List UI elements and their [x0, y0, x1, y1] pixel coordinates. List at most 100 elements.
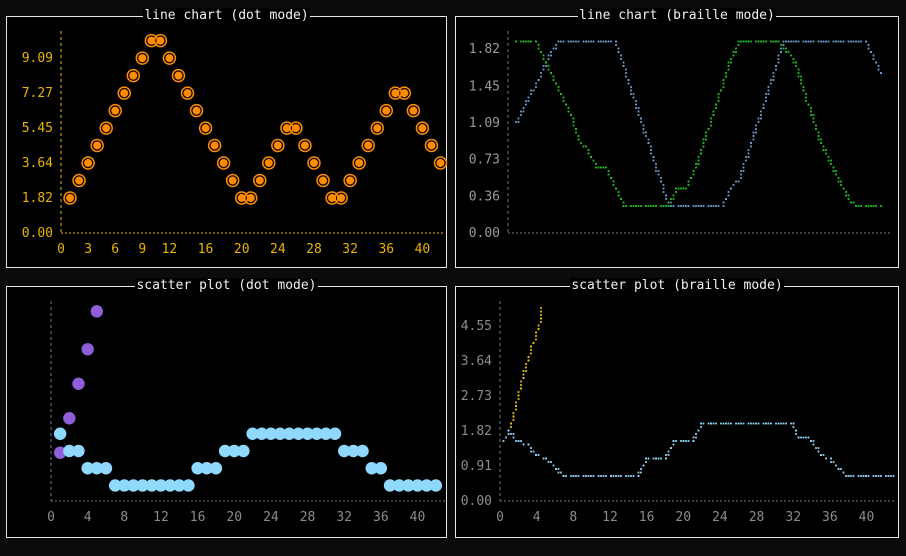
- data-point: [138, 54, 147, 63]
- braille-dot: [867, 47, 870, 50]
- scatter-point: [374, 462, 388, 475]
- braille-dot: [875, 205, 877, 207]
- data-point: [120, 89, 129, 98]
- braille-dot: [545, 457, 547, 460]
- data-point: [93, 141, 102, 150]
- braille-dot: [627, 475, 630, 477]
- braille-dot: [550, 72, 552, 74]
- braille-dot: [637, 475, 640, 477]
- data-point: [201, 124, 210, 133]
- braille-dot: [760, 110, 762, 113]
- braille-dot: [717, 93, 720, 95]
- braille-dot: [810, 107, 812, 109]
- braille-dot: [517, 121, 520, 123]
- braille-dot: [770, 82, 772, 85]
- braille-dot: [542, 68, 545, 71]
- braille-dot: [522, 443, 525, 446]
- braille-dot: [735, 422, 737, 425]
- y-tick-label: 1.82: [469, 42, 500, 57]
- braille-dot: [572, 124, 575, 127]
- braille-dot: [710, 422, 712, 425]
- braille-dot: [807, 436, 810, 439]
- braille-dot: [817, 138, 820, 141]
- braille-dot: [877, 68, 880, 71]
- braille-dot: [527, 359, 530, 362]
- braille-dot: [815, 447, 817, 449]
- braille-dot: [827, 159, 830, 162]
- braille-dot: [835, 173, 837, 176]
- braille-dot: [742, 166, 745, 169]
- braille-dot: [627, 79, 630, 81]
- braille-dot: [800, 75, 802, 78]
- braille-dot: [750, 142, 752, 144]
- braille-dot: [575, 128, 577, 130]
- braille-dot: [632, 205, 635, 207]
- braille-dot: [820, 454, 822, 456]
- braille-dot: [615, 187, 617, 190]
- braille-dot: [657, 173, 660, 176]
- braille-dot: [567, 110, 570, 113]
- braille-dot: [832, 40, 835, 43]
- braille-dot: [502, 440, 505, 442]
- braille-dot: [535, 454, 537, 456]
- braille-dot: [737, 44, 740, 46]
- braille-dot: [765, 422, 767, 425]
- braille-dot: [667, 201, 670, 204]
- braille-dot: [547, 461, 550, 463]
- braille-dot: [772, 75, 775, 78]
- braille-dot: [595, 166, 597, 169]
- data-point: [165, 54, 174, 63]
- braille-dot: [555, 44, 557, 46]
- braille-dot: [560, 471, 562, 474]
- x-tick-label: 3: [84, 242, 92, 257]
- braille-dot: [710, 205, 712, 207]
- braille-dot: [530, 89, 532, 92]
- braille-dot: [530, 40, 532, 43]
- braille-dot: [585, 40, 587, 43]
- braille-dot: [550, 54, 552, 57]
- x-tick-label: 24: [712, 510, 728, 525]
- braille-dot: [660, 180, 662, 183]
- scatter-point: [90, 305, 104, 318]
- braille-dot: [740, 40, 742, 43]
- braille-dot: [752, 422, 755, 425]
- braille-dot: [767, 89, 770, 92]
- braille-dot: [700, 422, 702, 425]
- braille-dot: [520, 114, 522, 116]
- data-point: [228, 176, 237, 185]
- braille-dot: [562, 475, 565, 477]
- braille-dot: [832, 166, 835, 169]
- x-tick-label: 36: [378, 242, 394, 257]
- braille-dot: [650, 149, 652, 151]
- braille-dot: [837, 468, 840, 470]
- braille-dot: [520, 384, 522, 386]
- braille-dot: [695, 205, 697, 207]
- data-point: [409, 106, 418, 115]
- braille-dot: [762, 103, 765, 106]
- braille-dot: [532, 342, 535, 344]
- braille-dot: [625, 68, 627, 71]
- braille-dot: [560, 40, 562, 43]
- braille-dot: [692, 173, 695, 176]
- braille-dot: [797, 40, 800, 43]
- braille-dot: [847, 475, 850, 477]
- scatter-point: [328, 427, 342, 440]
- braille-dot: [845, 191, 847, 193]
- braille-dot: [617, 191, 620, 193]
- braille-dot: [565, 103, 567, 106]
- braille-dot: [792, 426, 795, 428]
- braille-dot: [730, 58, 732, 60]
- data-point: [264, 158, 273, 167]
- data-point: [75, 176, 84, 185]
- braille-dot: [672, 205, 675, 207]
- braille-dot: [535, 40, 537, 43]
- braille-dot: [637, 114, 640, 116]
- braille-dot: [770, 40, 772, 43]
- braille-dot: [770, 79, 772, 81]
- braille-dot: [757, 422, 760, 425]
- braille-dot: [805, 436, 807, 439]
- data-point: [373, 124, 382, 133]
- data-point: [219, 158, 228, 167]
- braille-dot: [765, 96, 767, 99]
- braille-dot: [525, 40, 527, 43]
